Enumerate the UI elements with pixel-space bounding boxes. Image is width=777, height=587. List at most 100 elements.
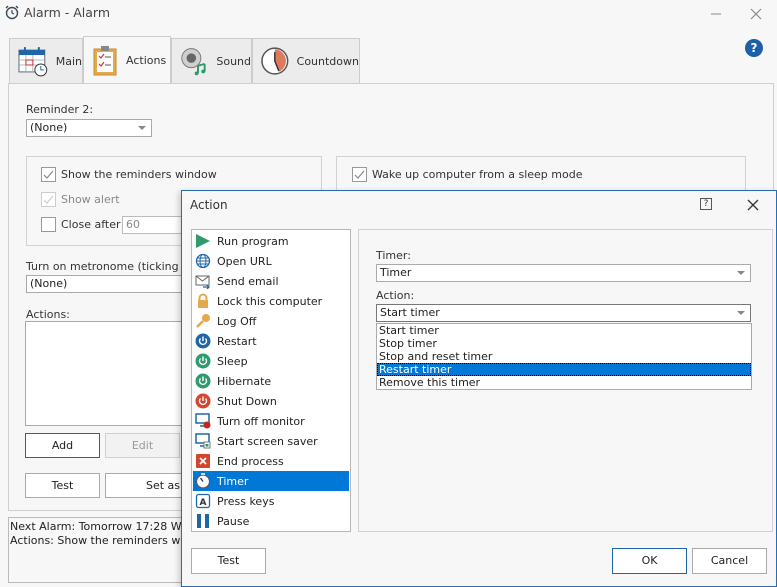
show-alert-checkbox[interactable] [41,192,56,207]
close-icon [750,8,762,20]
action-item-shut-down[interactable]: Shut Down [193,391,349,411]
action-settings-panel: Timer: Timer Action: Start timer Start t… [358,229,773,532]
action-item-open-url[interactable]: Open URL [193,251,349,271]
status-next-alarm: Next Alarm: Tomorrow 17:28 Wed [10,520,188,533]
dialog-title: Action [190,198,228,212]
ok-button[interactable]: OK [612,548,687,574]
action-label: Send email [217,274,279,288]
power-green-icon [195,373,211,389]
show-reminders-label: Show the reminders window [61,168,217,181]
add-button[interactable]: Add [25,433,100,458]
cancel-button[interactable]: Cancel [692,548,767,574]
timer-value: Timer [380,266,412,279]
chevron-down-icon [138,126,146,130]
svg-text:A: A [200,498,207,508]
action-item-sleep[interactable]: Sleep [193,351,349,371]
action-item-log-off[interactable]: Log Off [193,311,349,331]
help-button[interactable]: ? [745,39,763,57]
action-dialog: Action ? Run program Open URL Send email… [181,190,777,587]
set-as-button[interactable]: Set as [105,473,185,498]
action-item-send-email[interactable]: Send email [193,271,349,291]
close-after-spinner[interactable]: 60 [122,216,182,234]
timer-select[interactable]: Timer [376,264,751,282]
window-title: Alarm - Alarm [24,5,111,20]
action-item-turn-off-monitor[interactable]: Turn off monitor [193,411,349,431]
check-icon [43,170,54,179]
dropdown-option[interactable]: Stop timer [377,337,751,350]
dialog-close-button[interactable] [744,196,762,214]
action-item-run-program[interactable]: Run program [193,231,349,251]
dialog-test-button[interactable]: Test [191,548,266,574]
wake-up-checkbox[interactable] [352,167,367,182]
speaker-music-icon [181,48,206,76]
stopwatch-icon [195,473,211,489]
pause-icon [195,513,211,529]
dropdown-option-highlighted[interactable]: Restart timer [377,363,751,376]
play-icon [195,233,211,249]
action-label: Start screen saver [217,434,318,448]
tab-main[interactable]: Main [9,38,83,83]
action-label: Open URL [217,254,272,268]
clipboard-checklist-icon [93,45,117,75]
action-label: Timer [217,474,249,488]
tab-main-label: Main [55,54,82,68]
timer-label: Timer: [376,249,411,262]
action-item-hibernate[interactable]: Hibernate [193,371,349,391]
action-label: Log Off [217,314,257,328]
globe-icon [195,253,211,269]
metronome-value: (None) [30,277,68,290]
wake-up-label: Wake up computer from a sleep mode [372,168,583,181]
test-actions-button[interactable]: Test [25,473,100,498]
edit-button[interactable]: Edit [105,433,180,458]
reminder2-label: Reminder 2: [26,103,94,116]
close-window-button[interactable] [746,4,766,24]
lock-icon [195,293,211,309]
end-process-icon [195,453,211,469]
minimize-button[interactable] [706,4,726,24]
action-item-restart[interactable]: Restart [193,331,349,351]
dropdown-option[interactable]: Remove this timer [377,376,751,389]
action-dropdown-list[interactable]: Start timer Stop timer Stop and reset ti… [376,323,752,390]
reminder2-select[interactable]: (None) [26,119,152,137]
action-label: Sleep [217,354,248,368]
action-item-press-keys[interactable]: A Press keys [193,491,349,511]
action-select[interactable]: Start timer [376,304,751,322]
tab-actions[interactable]: Actions [83,36,171,84]
dropdown-option[interactable]: Stop and reset timer [377,350,751,363]
close-after-value: 60 [126,218,140,231]
tab-sound[interactable]: Sound [171,38,252,83]
action-label: Restart [217,334,257,348]
key-icon [195,313,211,329]
actions-listbox[interactable] [25,321,185,426]
action-item-pause[interactable]: Pause [193,511,349,531]
alarm-clock-icon [4,4,20,20]
action-value: Start timer [380,306,440,319]
show-reminders-checkbox[interactable] [41,167,56,182]
action-item-screen-saver[interactable]: Start screen saver [193,431,349,451]
action-type-list[interactable]: Run program Open URL Send email Lock thi… [191,229,351,532]
check-icon [354,170,365,179]
action-item-timer[interactable]: Timer [193,471,349,491]
key-a-icon: A [195,493,211,509]
action-label: Pause [217,514,250,528]
power-green-icon [195,353,211,369]
close-after-checkbox[interactable] [41,217,56,232]
action-label: Run program [217,234,289,248]
tab-countdown[interactable]: Countdown [252,38,360,83]
action-label: Shut Down [217,394,277,408]
close-after-label: Close after [61,218,121,231]
action-label: Press keys [217,494,275,508]
metronome-label: Turn on metronome (ticking ever [26,260,207,273]
action-item-end-process[interactable]: End process [193,451,349,471]
action-item-lock[interactable]: Lock this computer [193,291,349,311]
tab-sound-label: Sound [216,54,251,68]
reminder2-value: (None) [30,121,68,134]
dialog-help-button[interactable]: ? [700,198,712,210]
email-icon [195,273,211,289]
action-label: Hibernate [217,374,272,388]
action-label: End process [217,454,284,468]
status-box: Next Alarm: Tomorrow 17:28 Wed Actions: … [8,517,188,583]
metronome-select[interactable]: (None) [26,275,186,293]
action-label: Turn off monitor [217,414,305,428]
dropdown-option[interactable]: Start timer [377,324,751,337]
